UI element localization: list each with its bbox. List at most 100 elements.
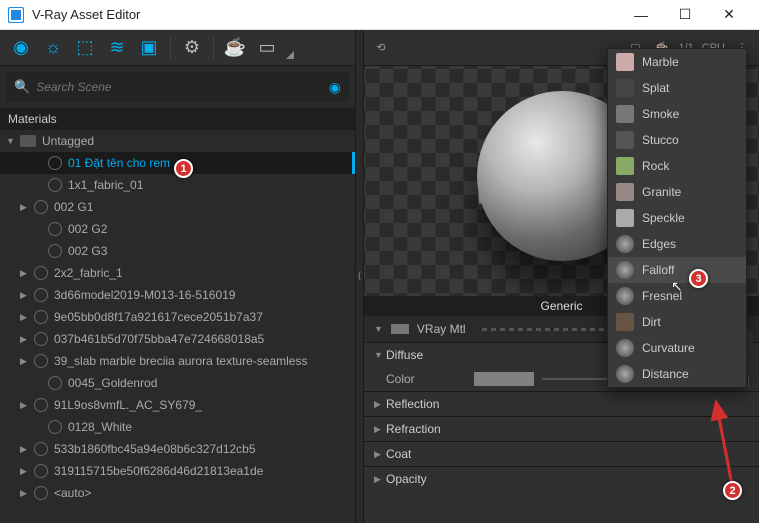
- material-icon: [34, 310, 48, 324]
- selection-indicator: [352, 152, 355, 174]
- materials-tab-icon[interactable]: ◉: [6, 33, 36, 63]
- material-name: 533b1860fbc45a94e08b6c327d12cb5: [54, 442, 256, 456]
- chevron-down-icon: ▼: [374, 324, 383, 334]
- texmenu-item-dirt[interactable]: Dirt: [608, 309, 746, 335]
- material-icon: [48, 244, 62, 258]
- link-icon[interactable]: ⟲: [372, 39, 390, 57]
- material-item[interactable]: 0128_White: [0, 416, 355, 438]
- texmenu-item-smoke[interactable]: Smoke: [608, 101, 746, 127]
- material-item[interactable]: ▶39_slab marble breciia aurora texture-s…: [0, 350, 355, 372]
- chevron-right-icon: ▶: [20, 312, 32, 323]
- layers-tab-icon[interactable]: ≋: [102, 33, 132, 63]
- texmenu-label: Edges: [642, 237, 676, 251]
- material-item[interactable]: 002 G3: [0, 240, 355, 262]
- untagged-group[interactable]: ▼ Untagged: [0, 130, 355, 152]
- material-item[interactable]: ▶<auto>: [0, 482, 355, 504]
- texmenu-item-speckle[interactable]: Speckle: [608, 205, 746, 231]
- material-icon: [34, 486, 48, 500]
- material-icon: [34, 200, 48, 214]
- texmenu-item-rock[interactable]: Rock: [608, 153, 746, 179]
- tag-icon: [20, 135, 36, 147]
- material-name: 0045_Goldenrod: [68, 376, 157, 390]
- texmenu-item-stucco[interactable]: Stucco: [608, 127, 746, 153]
- chevron-down-icon: ▼: [374, 350, 386, 360]
- geometry-tab-icon[interactable]: ⬚: [70, 33, 100, 63]
- refraction-header[interactable]: ▶Refraction: [364, 417, 759, 441]
- search-icon: 🔍: [14, 79, 30, 95]
- material-icon: [34, 332, 48, 346]
- coat-header[interactable]: ▶Coat: [364, 442, 759, 466]
- texmenu-item-edges[interactable]: Edges: [608, 231, 746, 257]
- texture-thumb: [616, 261, 634, 279]
- texture-dropdown[interactable]: Marble Splat SmokeStucco Rock Granite Speckle…: [607, 48, 747, 388]
- texmenu-label: Granite: [642, 185, 681, 199]
- texmenu-item-granite[interactable]: Granite: [608, 179, 746, 205]
- teapot-icon[interactable]: ☕: [220, 33, 250, 63]
- chevron-down-icon: ▼: [6, 136, 18, 146]
- material-name: 037b461b5d70f75bba47e724668018a5: [54, 332, 264, 346]
- texmenu-label: Rock: [642, 159, 669, 173]
- material-item[interactable]: ▶ 2x2_fabric_1: [0, 262, 355, 284]
- texture-thumb: [616, 131, 634, 149]
- render-output-icon[interactable]: ▭: [252, 33, 282, 63]
- material-item[interactable]: ▶533b1860fbc45a94e08b6c327d12cb5: [0, 438, 355, 460]
- left-toolbar: ◉ ☼ ⬚ ≋ ▣ ⚙ ☕ ▭: [0, 30, 355, 66]
- material-item[interactable]: ▶91L9os8vmfL._AC_SY679_: [0, 394, 355, 416]
- material-item[interactable]: 1x1_fabric_01: [0, 174, 355, 196]
- material-name: 3d66model2019-M013-16-516019: [54, 288, 235, 302]
- opacity-header[interactable]: ▶Opacity: [364, 467, 759, 491]
- texture-thumb: [616, 209, 634, 227]
- texture-thumb: [616, 105, 634, 123]
- material-item[interactable]: ▶ 9e05bb0d8f17a921617cece2051b7a37: [0, 306, 355, 328]
- texmenu-label: Marble: [642, 55, 679, 69]
- texture-thumb: [616, 287, 634, 305]
- texture-thumb: [616, 53, 634, 71]
- texmenu-item-marble[interactable]: Marble: [608, 49, 746, 75]
- chevron-right-icon: ▶: [20, 334, 32, 345]
- search-input[interactable]: [36, 80, 329, 94]
- reflection-header[interactable]: ▶Reflection: [364, 392, 759, 416]
- texture-thumb: [616, 365, 634, 383]
- material-icon: [48, 222, 62, 236]
- texture-thumb: [616, 183, 634, 201]
- lights-tab-icon[interactable]: ☼: [38, 33, 68, 63]
- textures-tab-icon[interactable]: ▣: [134, 33, 164, 63]
- chevron-right-icon: ▶: [20, 268, 32, 279]
- search-bar[interactable]: 🔍 ◉: [6, 72, 349, 102]
- material-item[interactable]: ▶3d66model2019-M013-16-516019: [0, 284, 355, 306]
- maximize-button[interactable]: ☐: [663, 1, 707, 29]
- material-icon: [34, 354, 48, 368]
- material-item[interactable]: ▶002 G1: [0, 196, 355, 218]
- texmenu-label: Dirt: [642, 315, 661, 329]
- material-icon: [48, 420, 62, 434]
- callout-2: 2: [723, 481, 742, 500]
- material-item[interactable]: 0045_Goldenrod: [0, 372, 355, 394]
- close-button[interactable]: ✕: [707, 1, 751, 29]
- material-name: 002 G3: [68, 244, 107, 258]
- minimize-button[interactable]: —: [619, 1, 663, 29]
- titlebar: V-Ray Asset Editor — ☐ ✕: [0, 0, 759, 30]
- toolbar-more-caret[interactable]: [284, 33, 294, 63]
- texmenu-label: Splat: [642, 81, 669, 95]
- materials-header: Materials: [0, 108, 355, 130]
- material-name: 002 G2: [68, 222, 107, 236]
- material-item[interactable]: 002 G2: [0, 218, 355, 240]
- material-icon: [34, 288, 48, 302]
- material-name: 9e05bb0d8f17a921617cece2051b7a37: [54, 310, 263, 324]
- chevron-right-icon: ▶: [20, 202, 32, 213]
- settings-icon[interactable]: ⚙: [177, 33, 207, 63]
- texmenu-item-splat[interactable]: Splat: [608, 75, 746, 101]
- material-item[interactable]: ▶319115715be50f6286d46d21813ea1de: [0, 460, 355, 482]
- filter-icon[interactable]: ◉: [329, 79, 341, 96]
- material-name: 2x2_fabric_1: [54, 266, 123, 280]
- material-type-label: VRay Mtl: [417, 322, 466, 336]
- texmenu-item-distance[interactable]: Distance: [608, 361, 746, 387]
- callout-3: 3: [689, 269, 708, 288]
- color-swatch[interactable]: [474, 372, 534, 386]
- texture-thumb: [616, 79, 634, 97]
- material-item[interactable]: ▶ 037b461b5d70f75bba47e724668018a5: [0, 328, 355, 350]
- panel-collapser[interactable]: ⟨: [355, 30, 364, 523]
- mouse-cursor: ↖: [671, 278, 683, 295]
- texmenu-item-curvature[interactable]: Curvature: [608, 335, 746, 361]
- chevron-right-icon: ▶: [20, 400, 32, 411]
